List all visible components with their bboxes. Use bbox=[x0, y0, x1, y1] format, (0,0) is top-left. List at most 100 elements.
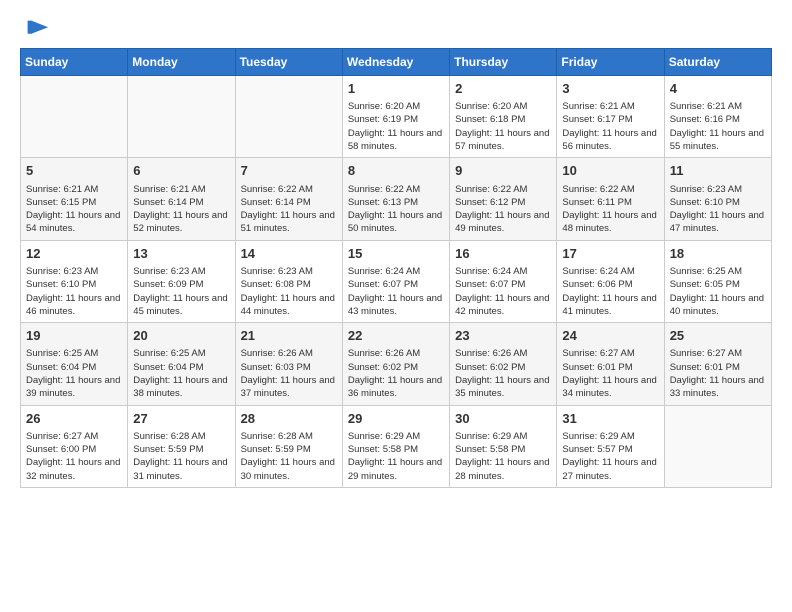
header bbox=[20, 16, 772, 40]
sunrise-text: Sunrise: 6:21 AM bbox=[26, 184, 98, 195]
sunrise-text: Sunrise: 6:23 AM bbox=[670, 184, 742, 195]
table-row bbox=[235, 76, 342, 158]
sunset-text: Sunset: 5:59 PM bbox=[241, 444, 311, 455]
daylight-text: Daylight: 11 hours and 42 minutes. bbox=[455, 293, 549, 317]
calendar-week-row: 5 Sunrise: 6:21 AM Sunset: 6:15 PM Dayli… bbox=[21, 158, 772, 240]
table-row: 10 Sunrise: 6:22 AM Sunset: 6:11 PM Dayl… bbox=[557, 158, 664, 240]
sunrise-text: Sunrise: 6:24 AM bbox=[348, 266, 420, 277]
sunrise-text: Sunrise: 6:25 AM bbox=[670, 266, 742, 277]
table-row bbox=[21, 76, 128, 158]
day-number: 4 bbox=[670, 80, 766, 98]
daylight-text: Daylight: 11 hours and 47 minutes. bbox=[670, 210, 764, 234]
table-row: 18 Sunrise: 6:25 AM Sunset: 6:05 PM Dayl… bbox=[664, 240, 771, 322]
logo bbox=[20, 16, 50, 40]
col-saturday: Saturday bbox=[664, 49, 771, 76]
table-row: 25 Sunrise: 6:27 AM Sunset: 6:01 PM Dayl… bbox=[664, 323, 771, 405]
table-row: 12 Sunrise: 6:23 AM Sunset: 6:10 PM Dayl… bbox=[21, 240, 128, 322]
sunset-text: Sunset: 5:59 PM bbox=[133, 444, 203, 455]
day-number: 13 bbox=[133, 245, 229, 263]
daylight-text: Daylight: 11 hours and 51 minutes. bbox=[241, 210, 335, 234]
daylight-text: Daylight: 11 hours and 28 minutes. bbox=[455, 457, 549, 481]
sunrise-text: Sunrise: 6:29 AM bbox=[348, 431, 420, 442]
table-row: 9 Sunrise: 6:22 AM Sunset: 6:12 PM Dayli… bbox=[450, 158, 557, 240]
day-number: 22 bbox=[348, 327, 444, 345]
table-row bbox=[128, 76, 235, 158]
day-number: 10 bbox=[562, 162, 658, 180]
day-number: 2 bbox=[455, 80, 551, 98]
table-row: 27 Sunrise: 6:28 AM Sunset: 5:59 PM Dayl… bbox=[128, 405, 235, 487]
sunrise-text: Sunrise: 6:20 AM bbox=[348, 101, 420, 112]
daylight-text: Daylight: 11 hours and 38 minutes. bbox=[133, 375, 227, 399]
daylight-text: Daylight: 11 hours and 58 minutes. bbox=[348, 128, 442, 152]
sunrise-text: Sunrise: 6:27 AM bbox=[562, 348, 634, 359]
day-number: 29 bbox=[348, 410, 444, 428]
day-number: 7 bbox=[241, 162, 337, 180]
day-number: 11 bbox=[670, 162, 766, 180]
sunrise-text: Sunrise: 6:22 AM bbox=[348, 184, 420, 195]
sunrise-text: Sunrise: 6:27 AM bbox=[26, 431, 98, 442]
sunset-text: Sunset: 6:18 PM bbox=[455, 114, 525, 125]
table-row: 26 Sunrise: 6:27 AM Sunset: 6:00 PM Dayl… bbox=[21, 405, 128, 487]
page: Sunday Monday Tuesday Wednesday Thursday… bbox=[0, 0, 792, 612]
table-row: 15 Sunrise: 6:24 AM Sunset: 6:07 PM Dayl… bbox=[342, 240, 449, 322]
day-number: 1 bbox=[348, 80, 444, 98]
sunrise-text: Sunrise: 6:22 AM bbox=[562, 184, 634, 195]
day-number: 27 bbox=[133, 410, 229, 428]
sunset-text: Sunset: 6:05 PM bbox=[670, 279, 740, 290]
daylight-text: Daylight: 11 hours and 29 minutes. bbox=[348, 457, 442, 481]
day-number: 28 bbox=[241, 410, 337, 428]
col-wednesday: Wednesday bbox=[342, 49, 449, 76]
sunset-text: Sunset: 6:15 PM bbox=[26, 197, 96, 208]
sunset-text: Sunset: 6:19 PM bbox=[348, 114, 418, 125]
day-number: 8 bbox=[348, 162, 444, 180]
sunset-text: Sunset: 5:57 PM bbox=[562, 444, 632, 455]
col-monday: Monday bbox=[128, 49, 235, 76]
sunset-text: Sunset: 6:08 PM bbox=[241, 279, 311, 290]
calendar-week-row: 19 Sunrise: 6:25 AM Sunset: 6:04 PM Dayl… bbox=[21, 323, 772, 405]
sunset-text: Sunset: 5:58 PM bbox=[455, 444, 525, 455]
daylight-text: Daylight: 11 hours and 55 minutes. bbox=[670, 128, 764, 152]
daylight-text: Daylight: 11 hours and 35 minutes. bbox=[455, 375, 549, 399]
daylight-text: Daylight: 11 hours and 45 minutes. bbox=[133, 293, 227, 317]
day-number: 18 bbox=[670, 245, 766, 263]
col-tuesday: Tuesday bbox=[235, 49, 342, 76]
sunrise-text: Sunrise: 6:24 AM bbox=[562, 266, 634, 277]
daylight-text: Daylight: 11 hours and 48 minutes. bbox=[562, 210, 656, 234]
sunrise-text: Sunrise: 6:22 AM bbox=[455, 184, 527, 195]
table-row: 13 Sunrise: 6:23 AM Sunset: 6:09 PM Dayl… bbox=[128, 240, 235, 322]
table-row: 21 Sunrise: 6:26 AM Sunset: 6:03 PM Dayl… bbox=[235, 323, 342, 405]
table-row: 14 Sunrise: 6:23 AM Sunset: 6:08 PM Dayl… bbox=[235, 240, 342, 322]
table-row: 20 Sunrise: 6:25 AM Sunset: 6:04 PM Dayl… bbox=[128, 323, 235, 405]
day-number: 14 bbox=[241, 245, 337, 263]
sunrise-text: Sunrise: 6:29 AM bbox=[455, 431, 527, 442]
sunrise-text: Sunrise: 6:26 AM bbox=[348, 348, 420, 359]
daylight-text: Daylight: 11 hours and 40 minutes. bbox=[670, 293, 764, 317]
table-row: 19 Sunrise: 6:25 AM Sunset: 6:04 PM Dayl… bbox=[21, 323, 128, 405]
sunrise-text: Sunrise: 6:23 AM bbox=[26, 266, 98, 277]
day-number: 20 bbox=[133, 327, 229, 345]
sunrise-text: Sunrise: 6:26 AM bbox=[455, 348, 527, 359]
daylight-text: Daylight: 11 hours and 50 minutes. bbox=[348, 210, 442, 234]
day-number: 17 bbox=[562, 245, 658, 263]
day-number: 26 bbox=[26, 410, 122, 428]
daylight-text: Daylight: 11 hours and 56 minutes. bbox=[562, 128, 656, 152]
daylight-text: Daylight: 11 hours and 32 minutes. bbox=[26, 457, 120, 481]
daylight-text: Daylight: 11 hours and 30 minutes. bbox=[241, 457, 335, 481]
table-row: 5 Sunrise: 6:21 AM Sunset: 6:15 PM Dayli… bbox=[21, 158, 128, 240]
daylight-text: Daylight: 11 hours and 44 minutes. bbox=[241, 293, 335, 317]
sunrise-text: Sunrise: 6:27 AM bbox=[670, 348, 742, 359]
sunset-text: Sunset: 6:10 PM bbox=[670, 197, 740, 208]
sunrise-text: Sunrise: 6:21 AM bbox=[562, 101, 634, 112]
table-row: 17 Sunrise: 6:24 AM Sunset: 6:06 PM Dayl… bbox=[557, 240, 664, 322]
sunset-text: Sunset: 6:04 PM bbox=[26, 362, 96, 373]
day-number: 6 bbox=[133, 162, 229, 180]
daylight-text: Daylight: 11 hours and 54 minutes. bbox=[26, 210, 120, 234]
sunset-text: Sunset: 6:07 PM bbox=[455, 279, 525, 290]
calendar-table: Sunday Monday Tuesday Wednesday Thursday… bbox=[20, 48, 772, 488]
table-row: 29 Sunrise: 6:29 AM Sunset: 5:58 PM Dayl… bbox=[342, 405, 449, 487]
sunrise-text: Sunrise: 6:24 AM bbox=[455, 266, 527, 277]
day-number: 30 bbox=[455, 410, 551, 428]
table-row: 7 Sunrise: 6:22 AM Sunset: 6:14 PM Dayli… bbox=[235, 158, 342, 240]
sunset-text: Sunset: 6:13 PM bbox=[348, 197, 418, 208]
table-row bbox=[664, 405, 771, 487]
